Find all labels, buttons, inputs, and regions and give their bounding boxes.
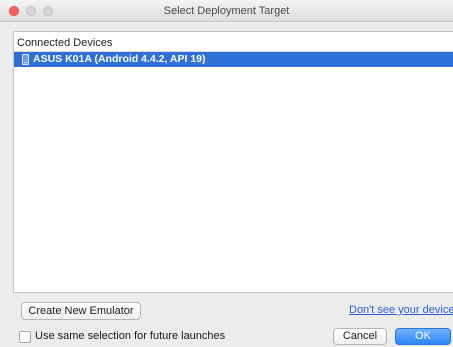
cancel-button[interactable]: Cancel	[333, 328, 387, 345]
use-same-selection-checkbox[interactable]	[19, 331, 31, 343]
device-list: Connected Devices ASUS K01A (Android 4.4…	[13, 31, 453, 293]
dont-see-your-device-link[interactable]: Don't see your device?	[349, 304, 453, 316]
ok-button[interactable]: OK	[395, 328, 451, 345]
device-row-asus-k01a[interactable]: ASUS K01A (Android 4.4.2, API 19)	[14, 52, 453, 67]
connected-devices-header: Connected Devices	[17, 37, 113, 49]
device-label: ASUS K01A (Android 4.4.2, API 19)	[33, 53, 206, 65]
title-bar: Select Deployment Target	[0, 0, 453, 22]
window-title: Select Deployment Target	[163, 5, 290, 17]
use-same-selection-label: Use same selection for future launches	[35, 330, 226, 342]
select-deployment-target-dialog: Select Deployment Target Connected Devic…	[0, 0, 453, 347]
create-new-emulator-button[interactable]: Create New Emulator	[21, 302, 141, 320]
phone-icon	[22, 54, 29, 65]
